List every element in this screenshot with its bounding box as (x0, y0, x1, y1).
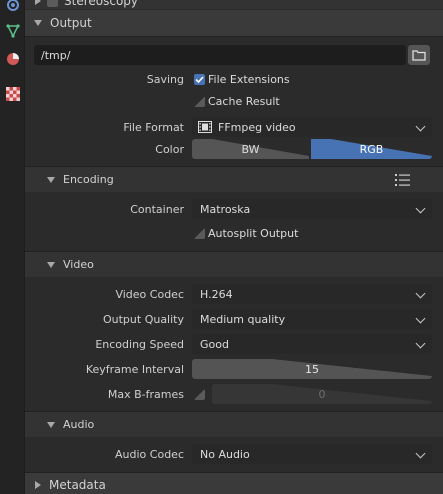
audio-codec-dropdown[interactable]: No Audio (192, 444, 432, 464)
output-quality-dropdown[interactable]: Medium quality (192, 309, 432, 329)
properties-tab-strip (0, 0, 25, 494)
output-path-text: /tmp/ (41, 49, 71, 62)
color-rgb-label: RGB (359, 142, 384, 156)
color-label: Color (155, 143, 184, 156)
container-label: Container (130, 203, 184, 216)
color-bw-button[interactable]: BW (192, 139, 309, 159)
view-layer-icon (6, 52, 19, 65)
max-bframes-checkbox[interactable] (194, 389, 205, 400)
output-tab[interactable] (2, 20, 23, 41)
keyframe-interval-value: 15 (305, 362, 319, 376)
checkmark-icon (195, 76, 204, 84)
chevron-down-icon (415, 121, 426, 132)
saving-label: Saving (146, 73, 184, 86)
video-codec-dropdown[interactable]: H.264 (192, 284, 432, 304)
file-extensions-label: File Extensions (208, 73, 290, 86)
camera-render-icon (6, 0, 19, 11)
file-format-label: File Format (123, 121, 184, 134)
video-codec-label: Video Codec (115, 288, 184, 301)
encoding-speed-value: Good (200, 338, 229, 351)
max-bframes-label: Max B-frames (107, 388, 184, 401)
stereoscopy-panel-header[interactable]: Stereoscopy (25, 0, 443, 9)
autosplit-checkbox[interactable] (194, 228, 205, 239)
output-quality-label: Output Quality (102, 313, 184, 326)
stereoscopy-title: Stereoscopy (64, 0, 139, 8)
film-strip-icon (198, 121, 212, 133)
collapse-arrow-icon (35, 0, 41, 5)
scene-tab[interactable] (2, 83, 23, 104)
expand-arrow-icon (34, 20, 42, 26)
checker-texture-icon (5, 86, 20, 101)
presets-list-icon[interactable] (395, 173, 411, 187)
view-layer-tab[interactable] (2, 48, 23, 69)
chevron-down-icon (415, 288, 426, 299)
chevron-down-icon (415, 313, 426, 324)
output-quality-value: Medium quality (200, 313, 286, 326)
output-panel-header[interactable]: Output (25, 10, 443, 36)
max-bframes-slider[interactable]: 0 (212, 384, 432, 404)
chevron-down-icon (415, 203, 426, 214)
color-bw-label: BW (241, 142, 260, 156)
video-codec-value: H.264 (200, 288, 233, 301)
folder-icon (412, 50, 426, 61)
output-path-input[interactable]: /tmp/ (34, 45, 406, 65)
container-value: Matroska (200, 203, 251, 216)
keyframe-interval-slider[interactable]: 15 (192, 359, 432, 379)
output-printer-icon (5, 23, 20, 38)
container-dropdown[interactable]: Matroska (192, 199, 432, 219)
cache-result-label: Cache Result (208, 95, 280, 108)
collapse-arrow-icon (35, 481, 41, 489)
encoding-speed-label: Encoding Speed (95, 338, 184, 351)
divider (25, 36, 443, 37)
file-format-dropdown[interactable]: FFmpeg video (192, 117, 432, 137)
file-extensions-checkbox[interactable] (194, 74, 205, 85)
expand-arrow-icon (47, 421, 55, 428)
file-format-value: FFmpeg video (218, 121, 296, 134)
chevron-down-icon (415, 448, 426, 459)
color-rgb-button[interactable]: RGB (311, 139, 432, 159)
properties-panel: Stereoscopy Output /tmp/ Saving File Ext… (25, 0, 443, 494)
video-subpanel-header[interactable]: Video (25, 252, 443, 277)
encoding-subpanel-header[interactable]: Encoding (25, 167, 443, 192)
expand-arrow-icon (47, 261, 55, 268)
output-title: Output (50, 16, 92, 30)
metadata-title: Metadata (49, 478, 106, 492)
folder-browse-button[interactable] (408, 45, 430, 65)
keyframe-interval-label: Keyframe Interval (85, 363, 184, 376)
autosplit-label: Autosplit Output (208, 227, 299, 240)
max-bframes-value: 0 (318, 387, 326, 401)
metadata-panel-header[interactable]: Metadata (25, 473, 443, 494)
audio-codec-value: No Audio (200, 448, 250, 461)
render-tab[interactable] (2, 0, 23, 15)
audio-title: Audio (63, 418, 95, 431)
stereoscopy-checkbox[interactable] (47, 0, 58, 7)
chevron-down-icon (415, 338, 426, 349)
video-title: Video (63, 258, 94, 271)
audio-codec-label: Audio Codec (115, 448, 184, 461)
encoding-speed-dropdown[interactable]: Good (192, 334, 432, 354)
encoding-title: Encoding (63, 173, 114, 186)
audio-subpanel-header[interactable]: Audio (25, 412, 443, 437)
expand-arrow-icon (47, 176, 55, 183)
cache-result-checkbox[interactable] (194, 96, 205, 107)
